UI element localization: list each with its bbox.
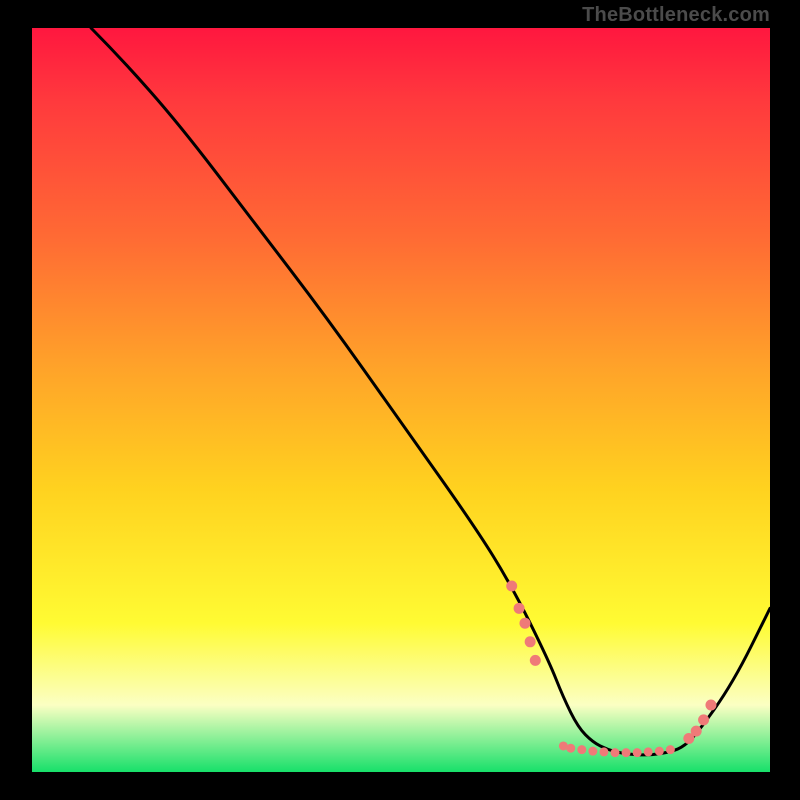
curve-marker: [691, 726, 702, 737]
curve-marker: [514, 603, 525, 614]
curve-marker: [577, 745, 586, 754]
curve-marker: [530, 655, 541, 666]
bottleneck-curve: [91, 28, 770, 755]
curve-marker: [644, 747, 653, 756]
attribution-text: TheBottleneck.com: [582, 4, 770, 27]
curve-marker: [622, 748, 631, 757]
curve-markers: [506, 581, 716, 758]
curve-marker: [566, 744, 575, 753]
curve-marker: [525, 636, 536, 647]
curve-marker: [666, 745, 675, 754]
curve-marker: [519, 618, 530, 629]
curve-marker: [599, 747, 608, 756]
curve-marker: [705, 700, 716, 711]
curve-marker: [655, 747, 664, 756]
curve-marker: [588, 747, 597, 756]
curve-marker: [506, 581, 517, 592]
chart-frame: TheBottleneck.com: [0, 0, 800, 800]
bottleneck-curve-svg: [32, 28, 770, 772]
curve-marker: [633, 748, 642, 757]
plot-area: [32, 28, 770, 772]
curve-marker: [698, 714, 709, 725]
curve-marker: [611, 748, 620, 757]
